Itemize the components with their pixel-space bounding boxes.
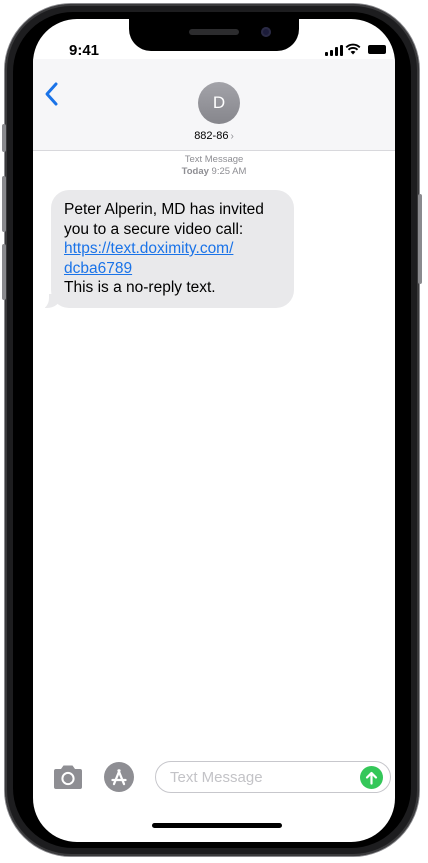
avatar-initial: D bbox=[212, 93, 226, 112]
power-button bbox=[418, 194, 422, 284]
message-input[interactable]: Text Message bbox=[155, 761, 391, 793]
app-store-icon[interactable] bbox=[103, 761, 135, 793]
timestamp-day: Today bbox=[181, 166, 209, 177]
mute-switch bbox=[2, 124, 6, 152]
volume-up-button bbox=[2, 176, 6, 232]
message-link[interactable]: dcba6789 bbox=[64, 259, 281, 279]
battery-icon bbox=[368, 45, 386, 54]
speaker-grille bbox=[189, 29, 239, 35]
contact-name: 882-86 bbox=[194, 130, 229, 142]
message-line: This is a no-reply text. bbox=[64, 279, 216, 296]
message-meta: Text Message Today 9:25 AM bbox=[33, 154, 395, 178]
message-input-placeholder: Text Message bbox=[170, 769, 263, 786]
send-button[interactable] bbox=[360, 766, 383, 789]
status-time: 9:41 bbox=[69, 42, 100, 59]
composer-bar: Text Message bbox=[33, 756, 395, 800]
incoming-message-bubble[interactable]: Peter Alperin, MD has invited you to a s… bbox=[51, 190, 294, 308]
chevron-right-icon: › bbox=[230, 131, 234, 142]
chevron-left-icon[interactable] bbox=[41, 79, 63, 109]
service-label: Text Message bbox=[184, 154, 244, 165]
cellular-signal-icon bbox=[325, 44, 343, 56]
home-indicator[interactable] bbox=[152, 823, 282, 828]
wifi-icon bbox=[345, 43, 361, 55]
timestamp-time: 9:25 AM bbox=[211, 166, 247, 177]
arrow-up-icon bbox=[365, 771, 378, 785]
camera-icon[interactable] bbox=[51, 763, 85, 791]
notch bbox=[129, 19, 299, 51]
message-line: you to a secure video call: bbox=[64, 220, 244, 238]
screen: 9:41 D 882-86 › Text Message Today 9:25 A… bbox=[33, 19, 395, 842]
front-camera bbox=[261, 27, 271, 37]
conversation-header: D 882-86 › bbox=[33, 59, 395, 151]
volume-down-button bbox=[2, 244, 6, 300]
message-line: Peter Alperin, MD has invited bbox=[64, 201, 264, 218]
message-link[interactable]: https://text.doximity.com/ bbox=[64, 239, 281, 259]
contact-avatar[interactable]: D bbox=[198, 82, 240, 124]
contact-name-button[interactable]: 882-86 › bbox=[33, 130, 395, 142]
